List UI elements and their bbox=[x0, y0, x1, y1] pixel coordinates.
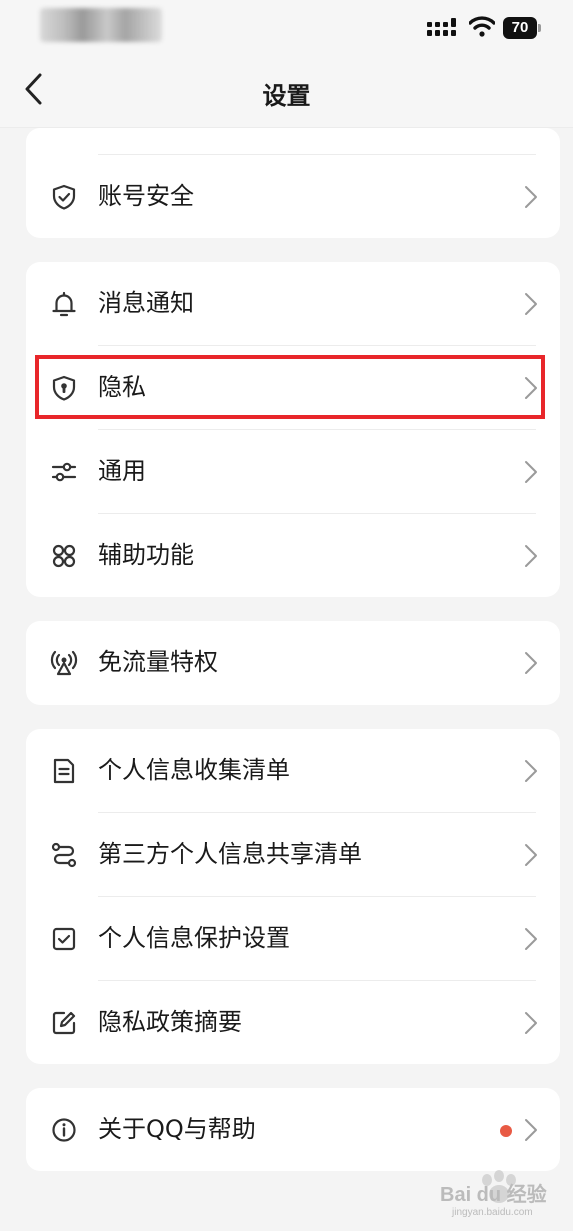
chevron-right-icon bbox=[525, 461, 537, 483]
sliders-icon bbox=[51, 462, 77, 482]
chevron-right-icon bbox=[525, 545, 537, 567]
row-info-collection-list[interactable]: 个人信息收集清单 bbox=[26, 729, 560, 812]
chevron-right-icon bbox=[525, 293, 537, 315]
info-icon bbox=[52, 1118, 76, 1142]
row-account-security[interactable]: 账号安全 bbox=[26, 155, 560, 238]
shield-check-icon bbox=[52, 184, 76, 210]
edit-icon bbox=[52, 1011, 76, 1035]
row-label: 第三方个人信息共享清单 bbox=[98, 840, 362, 868]
row-third-party-sharing[interactable]: 第三方个人信息共享清单 bbox=[26, 813, 560, 896]
row-label: 关于QQ与帮助 bbox=[98, 1115, 256, 1143]
carrier-blurred bbox=[40, 8, 162, 42]
grid-icon bbox=[52, 544, 76, 568]
watermark-url: jingyan.baidu.com bbox=[452, 1207, 533, 1218]
nav-bar: 设置 bbox=[0, 50, 573, 128]
row-notifications[interactable]: 消息通知 bbox=[26, 262, 560, 345]
chevron-right-icon bbox=[525, 844, 537, 866]
row-label: 消息通知 bbox=[98, 289, 194, 317]
chevron-right-icon bbox=[525, 928, 537, 950]
chevron-right-icon bbox=[525, 760, 537, 782]
row-general[interactable]: 通用 bbox=[26, 430, 560, 513]
row-about-help[interactable]: 关于QQ与帮助 bbox=[26, 1088, 560, 1171]
row-label: 账号安全 bbox=[98, 182, 194, 210]
bell-icon bbox=[52, 291, 76, 317]
row-label: 隐私政策摘要 bbox=[98, 1008, 242, 1036]
row-accessibility[interactable]: 辅助功能 bbox=[26, 514, 560, 597]
chevron-right-icon bbox=[525, 1012, 537, 1034]
battery-indicator: 70 bbox=[503, 17, 541, 39]
status-bar: 70 bbox=[0, 0, 573, 50]
document-icon bbox=[53, 758, 75, 784]
settings-group-about: 关于QQ与帮助 bbox=[26, 1088, 560, 1171]
row-info-protection-settings[interactable]: 个人信息保护设置 bbox=[26, 897, 560, 980]
chevron-right-icon bbox=[525, 186, 537, 208]
checkbox-icon bbox=[52, 927, 76, 951]
signal-icon bbox=[427, 18, 456, 36]
row-free-data[interactable]: 免流量特权 bbox=[26, 621, 560, 704]
notification-dot bbox=[500, 1125, 512, 1137]
row-privacy-policy-summary[interactable]: 隐私政策摘要 bbox=[26, 981, 560, 1064]
chevron-right-icon bbox=[525, 1119, 537, 1141]
row-label: 通用 bbox=[98, 457, 146, 485]
settings-group-data: 免流量特权 bbox=[26, 621, 560, 705]
share-route-icon bbox=[51, 842, 77, 868]
settings-group-personal-info: 个人信息收集清单 第三方个人信息共享清单 个人信息保护设置 隐私政策摘要 bbox=[26, 729, 560, 1064]
row-label: 个人信息收集清单 bbox=[98, 756, 290, 784]
chevron-right-icon bbox=[525, 652, 537, 674]
highlight-annotation bbox=[35, 355, 545, 419]
settings-group-main: 消息通知 隐私 通用 辅助功能 bbox=[26, 262, 560, 597]
row-label: 个人信息保护设置 bbox=[98, 924, 290, 952]
battery-level: 70 bbox=[511, 19, 529, 36]
watermark-brand: Bai du 经验 bbox=[440, 1184, 547, 1206]
row-label: 免流量特权 bbox=[98, 648, 218, 676]
wifi-icon bbox=[469, 16, 495, 37]
page-title: 设置 bbox=[262, 82, 311, 110]
settings-group-account: 账号安全 bbox=[26, 128, 560, 238]
antenna-icon bbox=[50, 650, 78, 676]
row-label: 辅助功能 bbox=[98, 541, 194, 569]
